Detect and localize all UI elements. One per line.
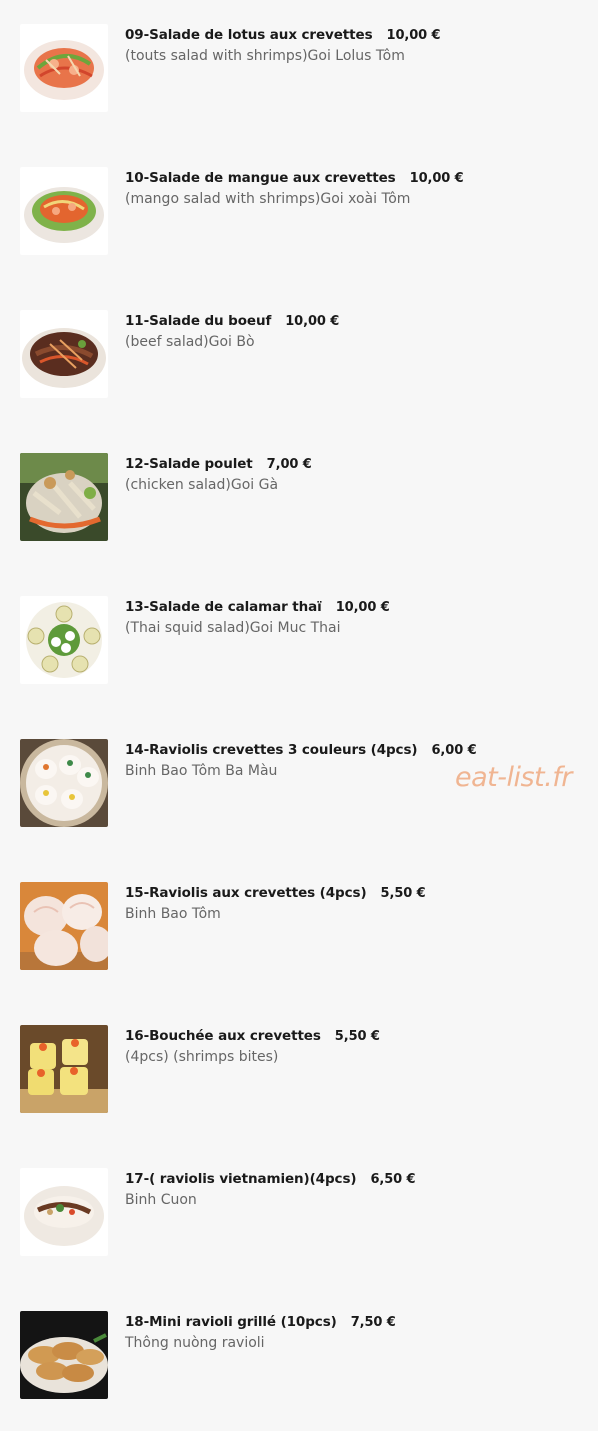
item-price: 5,50 € <box>380 886 426 901</box>
item-description: (Thai squid salad)Goi Muc Thai <box>125 620 341 636</box>
lotus-shrimp-salad-photo <box>20 24 108 112</box>
item-price: 5,50 € <box>334 1029 380 1044</box>
item-price: 10,00 € <box>409 171 464 186</box>
item-description: Binh Bao Tôm <box>125 906 221 922</box>
item-price: 7,00 € <box>266 457 312 472</box>
item-price: 6,50 € <box>370 1172 416 1187</box>
item-price: 6,00 € <box>431 743 477 758</box>
item-description: Binh Cuon <box>125 1192 197 1208</box>
menu-item-13[interactable]: 13-Salade de calamar thaï 10,00 € (Thai s… <box>20 596 580 686</box>
item-name: 15-Raviolis aux crevettes (4pcs) <box>125 885 367 901</box>
thai-squid-salad-photo <box>20 596 108 684</box>
chicken-salad-photo <box>20 453 108 541</box>
item-name: 11-Salade du boeuf <box>125 313 272 329</box>
item-title-line: 09-Salade de lotus aux crevettes 10,00 € <box>125 27 441 43</box>
item-description: (beef salad)Goi Bò <box>125 334 255 350</box>
grilled-mini-ravioli-photo <box>20 1311 108 1399</box>
item-name: 16-Bouchée aux crevettes <box>125 1028 321 1044</box>
item-description: (touts salad with shrimps)Goi Lolus Tôm <box>125 48 405 64</box>
menu-item-10[interactable]: 10-Salade de mangue aux crevettes 10,00 €… <box>20 167 580 257</box>
three-color-shrimp-dumplings-photo <box>20 739 108 827</box>
item-name: 10-Salade de mangue aux crevettes <box>125 170 396 186</box>
item-description: (chicken salad)Goi Gà <box>125 477 279 493</box>
item-name: 12-Salade poulet <box>125 456 253 472</box>
item-title-line: 15-Raviolis aux crevettes (4pcs) 5,50 € <box>125 885 426 901</box>
menu-item-09[interactable]: 09-Salade de lotus aux crevettes 10,00 € … <box>20 24 580 114</box>
item-price: 10,00 € <box>386 28 441 43</box>
item-description: Thông nuòng ravioli <box>125 1335 265 1351</box>
item-name: 14-Raviolis crevettes 3 couleurs (4pcs) <box>125 742 418 758</box>
item-title-line: 11-Salade du boeuf 10,00 € <box>125 313 339 329</box>
item-title-line: 13-Salade de calamar thaï 10,00 € <box>125 599 390 615</box>
item-title-line: 10-Salade de mangue aux crevettes 10,00 € <box>125 170 464 186</box>
vietnamese-ravioli-photo <box>20 1168 108 1256</box>
mango-shrimp-salad-photo <box>20 167 108 255</box>
item-price: 10,00 € <box>335 600 390 615</box>
menu-item-11[interactable]: 11-Salade du boeuf 10,00 € (beef salad)Go… <box>20 310 580 400</box>
item-name: 18-Mini ravioli grillé (10pcs) <box>125 1314 337 1330</box>
item-description: Binh Bao Tôm Ba Màu <box>125 763 278 779</box>
item-name: 13-Salade de calamar thaï <box>125 599 322 615</box>
item-title-line: 16-Bouchée aux crevettes 5,50 € <box>125 1028 380 1044</box>
beef-salad-photo <box>20 310 108 398</box>
item-title-line: 12-Salade poulet 7,00 € <box>125 456 312 472</box>
watermark: eat-list.fr <box>455 762 572 793</box>
item-title-line: 17-( raviolis vietnamien)(4pcs) 6,50 € <box>125 1171 416 1187</box>
item-title-line: 18-Mini ravioli grillé (10pcs) 7,50 € <box>125 1314 396 1330</box>
shrimp-dumplings-photo <box>20 882 108 970</box>
menu-item-15[interactable]: 15-Raviolis aux crevettes (4pcs) 5,50 € B… <box>20 882 580 972</box>
item-name: 17-( raviolis vietnamien)(4pcs) <box>125 1171 357 1187</box>
menu-item-17[interactable]: 17-( raviolis vietnamien)(4pcs) 6,50 € Bi… <box>20 1168 580 1258</box>
shrimp-bites-photo <box>20 1025 108 1113</box>
menu-item-18[interactable]: 18-Mini ravioli grillé (10pcs) 7,50 € Thô… <box>20 1311 580 1401</box>
item-name: 09-Salade de lotus aux crevettes <box>125 27 373 43</box>
item-price: 10,00 € <box>285 314 340 329</box>
item-title-line: 14-Raviolis crevettes 3 couleurs (4pcs) 6… <box>125 742 477 758</box>
item-description: (mango salad with shrimps)Goi xoài Tôm <box>125 191 411 207</box>
item-price: 7,50 € <box>350 1315 396 1330</box>
item-description: (4pcs) (shrimps bites) <box>125 1049 279 1065</box>
menu-item-16[interactable]: 16-Bouchée aux crevettes 5,50 € (4pcs) (s… <box>20 1025 580 1115</box>
menu-item-12[interactable]: 12-Salade poulet 7,00 € (chicken salad)Go… <box>20 453 580 543</box>
